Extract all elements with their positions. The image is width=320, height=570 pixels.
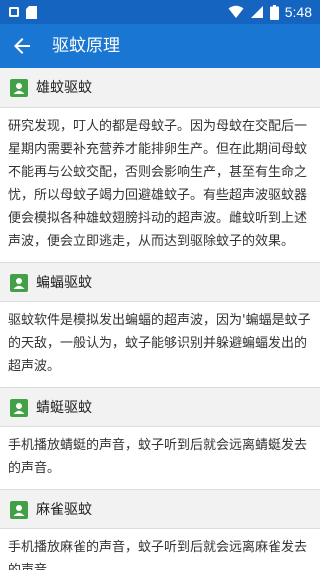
section-title: 雄蚊驱蚊 [36, 80, 92, 96]
sd-card-icon [26, 5, 37, 19]
page-title: 驱蚊原理 [52, 36, 120, 56]
app-bar: 驱蚊原理 [0, 24, 320, 68]
status-system: 5:48 [228, 4, 312, 20]
section-dragonfly: 蜻蜓驱蚊 手机播放蜻蜓的声音，蚊子听到后就会远离蜻蜓发去的声音。 [0, 387, 320, 489]
section-header: 蝙蝠驱蚊 [0, 262, 320, 302]
signal-icon [250, 6, 263, 18]
status-bar: 5:48 [0, 0, 320, 24]
section-body: 手机播放麻雀的声音，蚊子听到后就会远离麻雀发去的声音。 [8, 540, 308, 570]
contact-card-icon [10, 79, 28, 97]
section-body: 手机播放蜻蜓的声音，蚊子听到后就会远离蜻蜓发去的声音。 [8, 438, 308, 476]
section-body: 研究发现，叮人的都是母蚊子。因为母蚊在交配后一星期内需要补充营养才能排卵生产。但… [8, 119, 308, 249]
contact-card-icon [10, 501, 28, 519]
status-time: 5:48 [284, 4, 312, 20]
section-header: 雄蚊驱蚊 [0, 68, 320, 108]
section-header: 麻雀驱蚊 [0, 489, 320, 529]
section-title: 蝙蝠驱蚊 [36, 275, 92, 291]
arrow-back-icon[interactable] [10, 34, 34, 58]
wifi-icon [228, 5, 244, 18]
battery-icon [269, 4, 279, 20]
section-bat: 蝙蝠驱蚊 驱蚊软件是模拟发出蝙蝠的超声波，因为'蝙蝠是蚊子的天敌，一般认为，蚊子… [0, 262, 320, 387]
content-scroll[interactable]: 雄蚊驱蚊 研究发现，叮人的都是母蚊子。因为母蚊在交配后一星期内需要补充营养才能排… [0, 68, 320, 570]
section-title: 蜻蜓驱蚊 [36, 400, 92, 416]
section-sparrow: 麻雀驱蚊 手机播放麻雀的声音，蚊子听到后就会远离麻雀发去的声音。 [0, 489, 320, 570]
contact-card-icon [10, 399, 28, 417]
section-body: 驱蚊软件是模拟发出蝙蝠的超声波，因为'蝙蝠是蚊子的天敌，一般认为，蚊子能够识别并… [8, 313, 311, 374]
status-notifications [8, 5, 37, 19]
section-male-mosquito: 雄蚊驱蚊 研究发现，叮人的都是母蚊子。因为母蚊在交配后一星期内需要补充营养才能排… [0, 68, 320, 262]
section-title: 麻雀驱蚊 [36, 502, 92, 518]
contact-card-icon [10, 274, 28, 292]
notification-icon [9, 7, 19, 17]
section-header: 蜻蜓驱蚊 [0, 387, 320, 427]
